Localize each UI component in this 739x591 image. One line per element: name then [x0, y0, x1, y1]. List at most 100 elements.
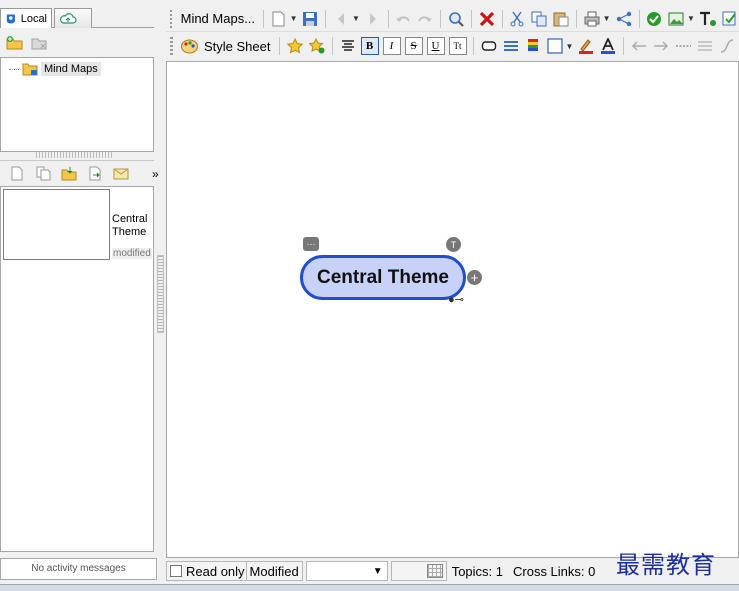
save-icon — [303, 11, 318, 26]
task-indicator-icon[interactable]: T — [446, 237, 461, 252]
central-topic[interactable]: Central Theme — [300, 255, 466, 300]
shape-button[interactable] — [480, 37, 498, 55]
tree-connector — [9, 68, 19, 70]
image-dropdown-caret[interactable]: ▼ — [687, 14, 695, 23]
map-status: modified — [112, 248, 152, 259]
tab-cloud[interactable] — [54, 8, 92, 28]
add-subtopic-icon[interactable]: + — [467, 270, 482, 285]
style-sheet-button[interactable]: Style Sheet — [202, 39, 273, 54]
library-toolbar — [0, 30, 154, 56]
toolbar-grip — [170, 37, 173, 55]
delete-button[interactable] — [478, 10, 496, 28]
back-button[interactable] — [332, 10, 350, 28]
fill-dropdown-caret[interactable]: ▼ — [566, 42, 574, 51]
remove-folder-icon — [31, 38, 47, 50]
strikethrough-button[interactable]: S — [404, 37, 423, 55]
line-color-button[interactable] — [577, 37, 595, 55]
line-style-button[interactable] — [502, 37, 520, 55]
italic-button[interactable]: I — [382, 37, 401, 55]
color-theme-button[interactable] — [524, 37, 542, 55]
image-icon — [668, 12, 684, 25]
share-button[interactable] — [615, 10, 633, 28]
grid-toggle[interactable] — [390, 561, 447, 581]
arrow-right-button[interactable] — [652, 37, 670, 55]
forward-button[interactable] — [364, 10, 382, 28]
tab-local[interactable]: Local — [0, 8, 52, 28]
save-button[interactable] — [301, 10, 319, 28]
style-sheet-palette[interactable] — [180, 37, 198, 55]
align-center-button[interactable] — [339, 37, 357, 55]
line-width-icon — [698, 41, 713, 51]
favorite-button[interactable] — [286, 37, 304, 55]
add-favorite-button[interactable] — [308, 37, 326, 55]
read-only-checkbox[interactable] — [170, 565, 182, 577]
watermark-text: 最需教育 — [616, 551, 716, 579]
back-icon — [338, 12, 345, 25]
rounded-rect-icon — [481, 41, 496, 51]
text-case-button[interactable]: Tt — [448, 37, 467, 55]
envelope-icon — [113, 168, 129, 179]
curve-style-button[interactable] — [718, 37, 736, 55]
new-document-icon — [272, 11, 285, 26]
star-add-icon — [308, 38, 324, 54]
cross-links-count: Cross Links: 0 — [513, 563, 596, 579]
notes-indicator-icon[interactable]: ··· — [303, 237, 319, 251]
text-button[interactable] — [699, 10, 717, 28]
dash-style-button[interactable] — [674, 37, 692, 55]
find-button[interactable] — [447, 10, 465, 28]
cut-button[interactable] — [508, 10, 526, 28]
file-list: Central Theme modified — [0, 186, 154, 552]
file-toolbar: » — [0, 160, 159, 186]
delete-x-icon — [479, 11, 494, 26]
import-button[interactable] — [60, 165, 78, 183]
paste-button[interactable] — [552, 10, 570, 28]
window-bottom-edge — [0, 584, 739, 591]
redo-icon — [418, 15, 433, 22]
redo-button[interactable] — [416, 10, 434, 28]
read-only-toggle[interactable]: Read only — [166, 561, 249, 581]
local-library-icon — [6, 14, 15, 24]
undo-button[interactable] — [394, 10, 412, 28]
duplicate-button[interactable] — [34, 165, 52, 183]
check-button[interactable] — [645, 10, 663, 28]
remove-folder-button[interactable] — [30, 34, 48, 52]
main-toolbar: Mind Maps... ▼ ▼ ▼ ▼ — [166, 6, 739, 32]
back-dropdown-caret[interactable]: ▼ — [352, 14, 360, 23]
export-button[interactable] — [86, 165, 104, 183]
task-button[interactable] — [721, 10, 739, 28]
fill-color-button[interactable] — [546, 37, 564, 55]
grid-icon — [426, 564, 443, 578]
new-button[interactable] — [270, 10, 288, 28]
underline-button[interactable]: U — [426, 37, 445, 55]
separator — [440, 9, 441, 28]
new-dropdown-caret[interactable]: ▼ — [290, 14, 298, 23]
separator — [387, 9, 389, 28]
separator — [471, 9, 472, 28]
paste-icon — [553, 12, 569, 26]
more-chevron-icon[interactable]: » — [152, 167, 159, 181]
activity-messages: No activity messages — [0, 558, 157, 580]
new-folder-button[interactable] — [6, 34, 24, 52]
email-button[interactable] — [112, 165, 130, 183]
tab-local-label: Local — [20, 12, 47, 25]
copy-button[interactable] — [530, 10, 548, 28]
mind-maps-menu[interactable]: Mind Maps... — [179, 11, 257, 26]
star-icon — [286, 38, 303, 54]
palette-icon — [180, 39, 198, 53]
relationship-handle-icon[interactable]: ●⊸ — [446, 292, 466, 306]
arrow-left-button[interactable] — [630, 37, 648, 55]
font-color-button[interactable] — [599, 37, 617, 55]
new-map-button[interactable] — [8, 165, 26, 183]
vertical-splitter[interactable] — [157, 255, 164, 333]
panel-splitter[interactable] — [36, 152, 114, 158]
mind-map-canvas[interactable]: ··· T Central Theme + ●⊸ — [166, 61, 739, 558]
insert-image-button[interactable] — [667, 10, 685, 28]
tree-item-mind-maps[interactable]: Mind Maps — [9, 62, 101, 76]
view-select[interactable]: ▼ — [305, 561, 388, 581]
cloud-icon — [59, 13, 77, 24]
print-dropdown-caret[interactable]: ▼ — [603, 14, 611, 23]
print-button[interactable] — [583, 10, 601, 28]
line-width-button[interactable] — [696, 37, 714, 55]
map-thumbnail[interactable] — [3, 189, 110, 260]
bold-button[interactable]: B — [360, 37, 379, 55]
